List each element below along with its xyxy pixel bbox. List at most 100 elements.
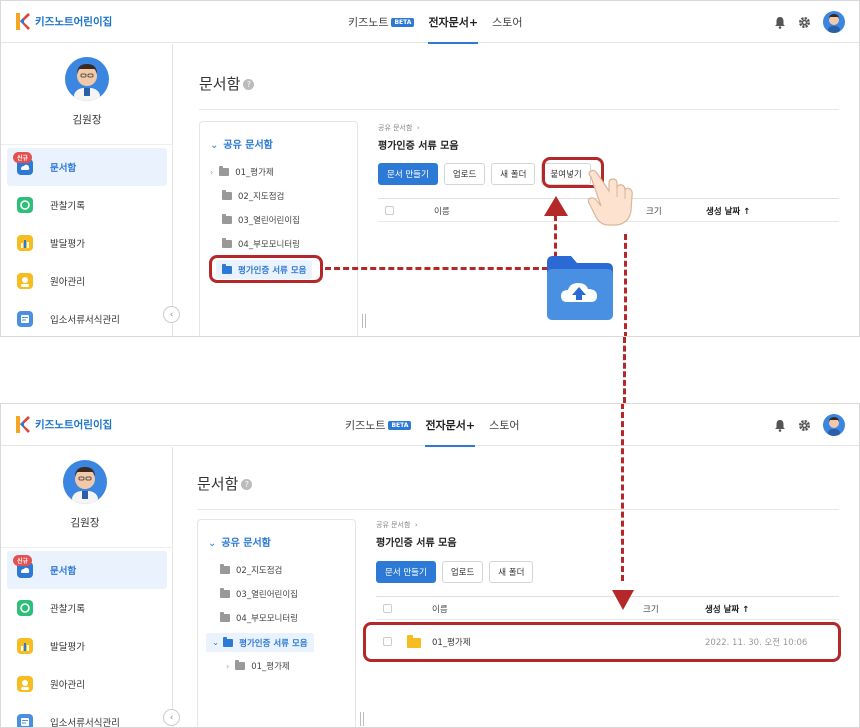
header-tools <box>774 414 845 436</box>
gear-icon[interactable] <box>798 16 811 29</box>
tree-item-parent-monitoring[interactable]: 04_부모모니터링 <box>222 236 300 252</box>
tree-item-accreditation[interactable]: ⌄ 평가인증 서류 모음 <box>206 633 314 652</box>
flow-path-down-end <box>621 404 624 581</box>
tree-root-shared[interactable]: ⌄ 공유 문서함 <box>210 136 273 151</box>
user-avatar[interactable] <box>823 11 845 33</box>
page-title: 문서함? <box>197 473 253 494</box>
sidebar-item-observation[interactable]: 관찰기록 <box>1 589 173 627</box>
bar-chart-icon <box>17 638 33 654</box>
collapse-sidebar-button[interactable]: ‹ <box>163 709 180 726</box>
sidebar-item-children[interactable]: 원아관리 <box>1 665 173 703</box>
new-badge: 신규 <box>13 152 33 163</box>
tree-item-evaluation[interactable]: › 01_평가제 <box>210 164 274 180</box>
folder-icon <box>220 564 230 574</box>
upload-button[interactable]: 업로드 <box>441 561 484 583</box>
sidebar-item-children[interactable]: 원아관리 <box>1 262 173 300</box>
tree-item-parent-monitoring[interactable]: 04_부모모니터링 <box>220 610 298 626</box>
help-icon[interactable]: ? <box>241 479 253 490</box>
document-box-icon: 신규 <box>13 152 33 175</box>
create-document-button[interactable]: 문서 만들기 <box>376 561 436 583</box>
sidebar-menu: 신규 문서함 관찰기록 발달평가 원아관리 입소서류서식관리 <box>1 547 173 727</box>
col-created[interactable]: 생성 날짜 ↑ <box>706 205 750 217</box>
select-all-checkbox[interactable] <box>383 604 392 613</box>
sidebar-item-development[interactable]: 발달평가 <box>1 224 173 262</box>
folder-icon <box>235 660 246 670</box>
observation-icon <box>17 600 33 616</box>
col-name[interactable]: 이름 <box>434 205 450 217</box>
arrow-down-icon <box>612 590 634 610</box>
resize-handle[interactable] <box>360 712 364 726</box>
child-icon <box>17 676 33 692</box>
pointing-hand-icon <box>587 169 633 226</box>
profile-avatar <box>63 460 107 504</box>
tree-root-shared[interactable]: ⌄ 공유 문서함 <box>208 534 271 549</box>
col-name[interactable]: 이름 <box>432 603 448 615</box>
observation-icon <box>17 197 33 213</box>
folder-icon <box>222 238 232 248</box>
nav-kidsnote[interactable]: 키즈노트 BETA <box>345 404 412 446</box>
current-folder-title: 평가인증 서류 모음 <box>376 538 457 549</box>
folder-icon <box>219 166 230 176</box>
folder-tree: ⌄ 공유 문서함 02_지도점검 03_열린어린이집 04_부모모니터링 ⌄ 평가인… <box>197 519 356 727</box>
nav-store[interactable]: 스토어 <box>492 1 522 43</box>
tree-item-evaluation-pasted[interactable]: › 01_평가제 <box>226 658 290 674</box>
create-document-button[interactable]: 문서 만들기 <box>378 163 438 185</box>
resize-handle[interactable] <box>362 314 366 328</box>
app-logo[interactable]: 키즈노트어린이집 <box>16 416 112 433</box>
sidebar-item-observation[interactable]: 관찰기록 <box>1 186 173 224</box>
sidebar-item-documents[interactable]: 신규 문서함 <box>7 148 167 186</box>
bell-icon[interactable] <box>774 419 786 432</box>
col-size[interactable]: 크기 <box>643 603 659 615</box>
main-nav: 키즈노트 BETA 전자문서+ 스토어 <box>348 1 523 44</box>
app-name: 키즈노트어린이집 <box>35 419 113 431</box>
tree-item-inspection[interactable]: 02_지도점검 <box>222 188 284 204</box>
breadcrumb[interactable]: 공유 문서함 › <box>376 520 418 530</box>
profile-avatar <box>65 57 109 101</box>
select-all-checkbox[interactable] <box>385 206 394 215</box>
nav-store[interactable]: 스토어 <box>489 404 519 446</box>
forms-icon <box>17 714 33 727</box>
bar-chart-icon <box>17 235 33 251</box>
sidebar: 김원장 신규 문서함 관찰기록 발달평가 원아관리 입소서류서식관리 ‹ <box>1 447 180 727</box>
collapse-sidebar-button[interactable]: ‹ <box>163 306 180 323</box>
user-avatar[interactable] <box>823 414 845 436</box>
col-size[interactable]: 크기 <box>646 205 662 217</box>
arrow-up-icon <box>544 196 568 216</box>
new-folder-button[interactable]: 새 폴더 <box>489 561 534 583</box>
forms-icon <box>17 311 33 327</box>
app-logo[interactable]: 키즈노트어린이집 <box>16 13 112 30</box>
main-nav: 키즈노트 BETA 전자문서+ 스토어 <box>345 404 520 447</box>
sidebar-menu: 신규 문서함 관찰기록 발달평가 원아관리 입소서류서식관리 <box>1 144 173 336</box>
folder-tree: ⌄ 공유 문서함 › 01_평가제 02_지도점검 03_열린어린이집 04_부모모… <box>199 121 358 336</box>
highlight-pasted-row <box>363 622 841 662</box>
beta-badge: BETA <box>388 420 412 430</box>
new-badge: 신규 <box>13 555 33 566</box>
sidebar-item-admission-forms[interactable]: 입소서류서식관리 <box>1 703 173 727</box>
new-folder-button[interactable]: 새 폴더 <box>491 163 536 185</box>
title-divider <box>199 109 839 110</box>
sidebar-item-development[interactable]: 발달평가 <box>1 627 173 665</box>
col-created[interactable]: 생성 날짜 ↑ <box>705 603 749 615</box>
child-icon <box>17 273 33 289</box>
page-title: 문서함? <box>199 73 255 94</box>
tree-item-open-daycare[interactable]: 03_열린어린이집 <box>222 212 300 228</box>
breadcrumb[interactable]: 공유 문서함 › <box>378 123 420 133</box>
help-icon[interactable]: ? <box>243 79 255 90</box>
tree-item-inspection[interactable]: 02_지도점검 <box>220 562 282 578</box>
sidebar-item-documents[interactable]: 신규 문서함 <box>7 551 167 589</box>
highlight-source-folder <box>209 255 323 283</box>
sidebar-item-admission-forms[interactable]: 입소서류서식관리 <box>1 300 173 336</box>
bell-icon[interactable] <box>774 16 786 29</box>
title-divider <box>197 509 839 510</box>
nav-edocument[interactable]: 전자문서+ <box>428 1 478 44</box>
top-bar: 키즈노트어린이집 키즈노트 BETA 전자문서+ 스토어 <box>1 404 859 447</box>
document-box-icon: 신규 <box>13 555 33 578</box>
nav-edocument[interactable]: 전자문서+ <box>425 404 475 447</box>
screenshot-after-paste: 키즈노트어린이집 키즈노트 BETA 전자문서+ 스토어 김원장 신규 문서함 관… <box>0 403 860 728</box>
nav-kidsnote[interactable]: 키즈노트 BETA <box>348 1 415 43</box>
folder-icon <box>222 190 232 200</box>
upload-button[interactable]: 업로드 <box>443 163 486 185</box>
drag-path-horizontal <box>325 267 557 270</box>
tree-item-open-daycare[interactable]: 03_열린어린이집 <box>220 586 298 602</box>
gear-icon[interactable] <box>798 419 811 432</box>
